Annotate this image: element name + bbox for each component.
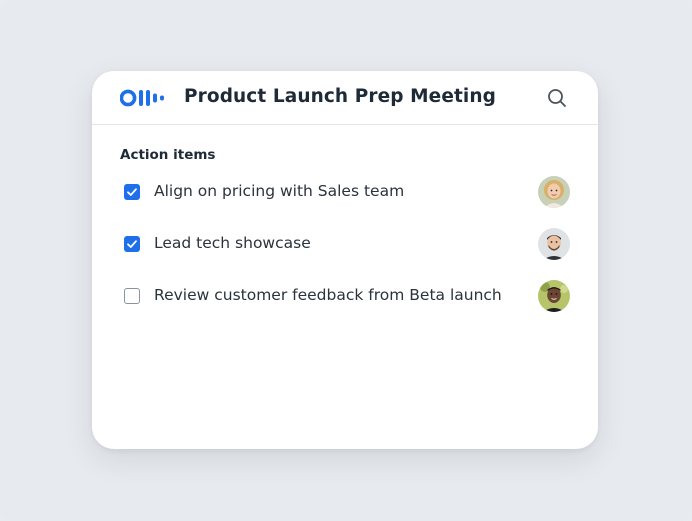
card-header: Product Launch Prep Meeting xyxy=(92,71,598,125)
checkmark-icon xyxy=(127,240,137,248)
otter-logo-icon xyxy=(120,89,164,107)
avatar-woman-blonde xyxy=(538,176,570,208)
meeting-card: Product Launch Prep Meeting Action items… xyxy=(92,71,598,449)
checkbox-checked[interactable] xyxy=(124,184,140,200)
action-item: Align on pricing with Sales team xyxy=(120,175,580,209)
action-item: Review customer feedback from Beta launc… xyxy=(120,279,580,313)
checkbox-unchecked[interactable] xyxy=(124,288,140,304)
action-item-label: Align on pricing with Sales team xyxy=(154,182,405,200)
action-items-heading: Action items xyxy=(120,147,216,163)
avatar-man-dark xyxy=(538,280,570,312)
avatar-man-beard xyxy=(538,228,570,260)
meeting-title: Product Launch Prep Meeting xyxy=(184,86,496,107)
search-icon[interactable] xyxy=(546,87,568,109)
action-item-label: Lead tech showcase xyxy=(154,234,311,252)
action-item: Lead tech showcase xyxy=(120,227,580,261)
checkbox-checked[interactable] xyxy=(124,236,140,252)
checkmark-icon xyxy=(127,188,137,196)
action-item-label: Review customer feedback from Beta launc… xyxy=(154,286,502,304)
